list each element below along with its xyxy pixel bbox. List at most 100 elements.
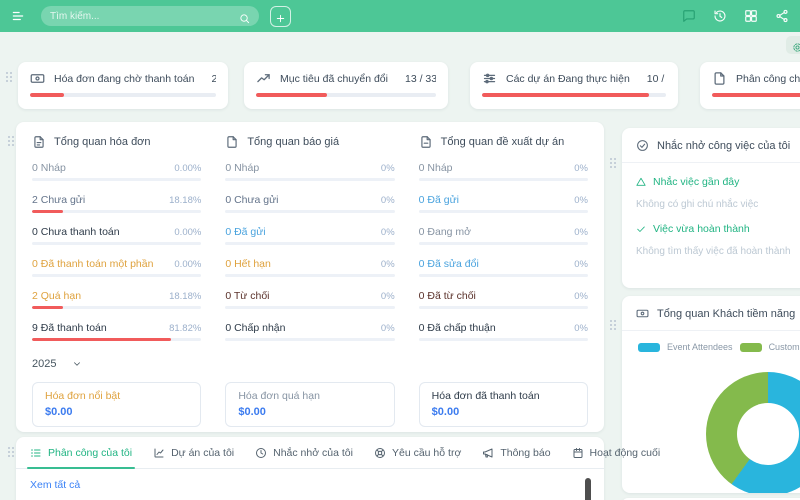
global-search	[41, 6, 259, 26]
stat-card-invoices-awaiting: Hóa đơn đang chờ thanh toán 2 / 11	[18, 62, 228, 109]
quick-add-button[interactable]	[270, 6, 291, 27]
drag-handle[interactable]	[610, 158, 618, 170]
task-reminders-widget: Nhắc nhở công việc của tôi Nhắc việc gần…	[622, 128, 800, 288]
tab-my-reminders[interactable]: Nhắc nhở của tôi	[255, 447, 353, 468]
file-invoice-icon	[32, 135, 46, 149]
history-icon[interactable]	[713, 9, 727, 23]
summary-amount: $0.00	[45, 406, 188, 418]
view-all-link[interactable]: Xem tất cả	[16, 469, 96, 491]
money-bill-icon	[30, 71, 45, 86]
summary-card-overdue: Hóa đơn quá hạn $0.00	[225, 382, 394, 427]
legend-label[interactable]: Customer	[769, 342, 800, 352]
overview-widget: Tổng quan hóa đơn 0 Nháp0.00% 2 Chưa gửi…	[16, 122, 604, 432]
tab-latest-activity[interactable]: Hoạt động cuối	[572, 447, 661, 468]
summary-card-outstanding: Hóa đơn nổi bật $0.00	[32, 382, 201, 427]
calendar-icon	[572, 447, 584, 459]
drag-handle[interactable]	[8, 136, 16, 148]
scrollbar-thumb[interactable]	[585, 478, 591, 500]
chevron-down-icon	[72, 359, 82, 369]
proposal-overview-column: Tổng quan đề xuất dự án 0 Nháp0% 0 Đã gử…	[419, 135, 588, 354]
plus-icon	[275, 11, 286, 22]
column-title: Tổng quan hóa đơn	[54, 136, 151, 148]
status-row: 2 Chưa gửi18.18%	[32, 194, 201, 213]
summary-amount: $0.00	[238, 406, 381, 418]
progress-fill	[256, 93, 327, 97]
drag-handle[interactable]	[610, 320, 618, 332]
status-row: 2 Quá hạn18.18%	[32, 290, 201, 309]
completed-tasks-empty: Không tìm thấy việc đã hoàn thành	[622, 235, 800, 257]
tab-notifications[interactable]: Thông báo	[482, 447, 550, 468]
year-value: 2025	[32, 358, 56, 370]
search-input[interactable]	[50, 11, 239, 22]
status-row: 0 Chấp nhận0%	[225, 322, 394, 341]
file-alt-icon	[419, 135, 433, 149]
recent-reminders-empty: Không có ghi chú nhắc việc	[622, 188, 800, 210]
stat-value: 2 / 11	[203, 73, 216, 85]
apps-grid-icon[interactable]	[744, 9, 758, 23]
progress-track	[712, 93, 800, 97]
stat-value: 13 / 33	[397, 73, 436, 85]
drag-handle[interactable]	[8, 447, 16, 459]
chart-icon	[153, 447, 165, 459]
dashboard-settings-button[interactable]	[786, 36, 800, 54]
file-icon	[712, 71, 727, 86]
status-row: 0 Chưa thanh toán0.00%	[32, 226, 201, 245]
tab-bar: Phân công của tôi Dự án của tôi Nhắc nhở…	[16, 447, 604, 469]
stat-label: Các dự án Đang thực hiện	[506, 73, 630, 85]
tab-my-assignments[interactable]: Phân công của tôi	[30, 447, 132, 468]
file-icon	[225, 135, 239, 149]
top-navbar	[0, 0, 800, 32]
check-circle-icon	[636, 139, 649, 152]
widget-title: Nhắc nhở công việc của tôi	[657, 140, 790, 152]
chart-legend: Event Attendees Customer	[622, 331, 800, 352]
progress-fill	[482, 93, 649, 97]
status-row: 0 Nháp0%	[419, 162, 588, 181]
stat-value: 10 / 11	[639, 73, 666, 85]
stat-label: Mục tiêu đã chuyển đổi	[280, 73, 388, 85]
progress-fill	[30, 93, 64, 97]
status-row: 0 Đã gửi0%	[225, 226, 394, 245]
tab-support-requests[interactable]: Yêu cầu hỗ trợ	[374, 447, 461, 468]
progress-fill	[712, 93, 800, 97]
status-row: 0 Nháp0%	[225, 162, 394, 181]
summary-card-paid: Hóa đơn đã thanh toán $0.00	[419, 382, 588, 427]
status-row: 0 Đã thanh toán một phần0.00%	[32, 258, 201, 277]
gear-icon	[792, 40, 800, 51]
chat-icon[interactable]	[682, 9, 696, 23]
tab-my-projects[interactable]: Dự án của tôi	[153, 447, 234, 468]
check-icon	[636, 224, 646, 234]
sliders-icon	[482, 71, 497, 86]
search-icon[interactable]	[239, 11, 250, 22]
clock-icon	[255, 447, 267, 459]
list-icon	[30, 447, 42, 459]
support-icon	[374, 447, 386, 459]
stat-card-assignments-incomplete: Phân công chưa hoà	[700, 62, 800, 109]
column-title: Tổng quan báo giá	[247, 136, 339, 148]
status-row: 9 Đã thanh toán81.82%	[32, 322, 201, 341]
legend-swatch-event-attendees[interactable]	[638, 343, 660, 352]
share-icon[interactable]	[775, 9, 789, 23]
summary-label: Hóa đơn nổi bật	[45, 390, 188, 402]
megaphone-icon	[482, 447, 494, 459]
legend-swatch-customer[interactable]	[740, 343, 762, 352]
estimate-overview-column: Tổng quan báo giá 0 Nháp0% 0 Chưa gửi0% …	[225, 135, 394, 354]
my-items-widget: Phân công của tôi Dự án của tôi Nhắc nhở…	[16, 437, 604, 500]
year-select[interactable]: 2025	[32, 358, 102, 370]
summary-label: Hóa đơn quá hạn	[238, 390, 381, 402]
widget-title: Tổng quan Khách tiềm năng	[657, 308, 795, 320]
status-row: 0 Đã từ chối0%	[419, 290, 588, 309]
app-logo-icon[interactable]	[11, 9, 25, 23]
stat-card-goals-converted: Mục tiêu đã chuyển đổi 13 / 33	[244, 62, 448, 109]
summary-label: Hóa đơn đã thanh toán	[432, 390, 575, 402]
drag-handle[interactable]	[6, 72, 14, 84]
status-row: 0 Từ chối0%	[225, 290, 394, 309]
topbar-actions	[682, 9, 789, 23]
status-row: 0 Đã sửa đổi0%	[419, 258, 588, 277]
dashboard-page: Hóa đơn đang chờ thanh toán 2 / 11 Mục t…	[0, 0, 800, 500]
progress-track	[256, 93, 436, 97]
status-row: 0 Nháp0.00%	[32, 162, 201, 181]
legend-label[interactable]: Event Attendees	[667, 342, 733, 352]
completed-tasks-header: Việc vừa hoàn thành	[622, 210, 800, 235]
warning-icon	[636, 177, 646, 187]
stat-label: Phân công chưa hoà	[736, 73, 800, 85]
